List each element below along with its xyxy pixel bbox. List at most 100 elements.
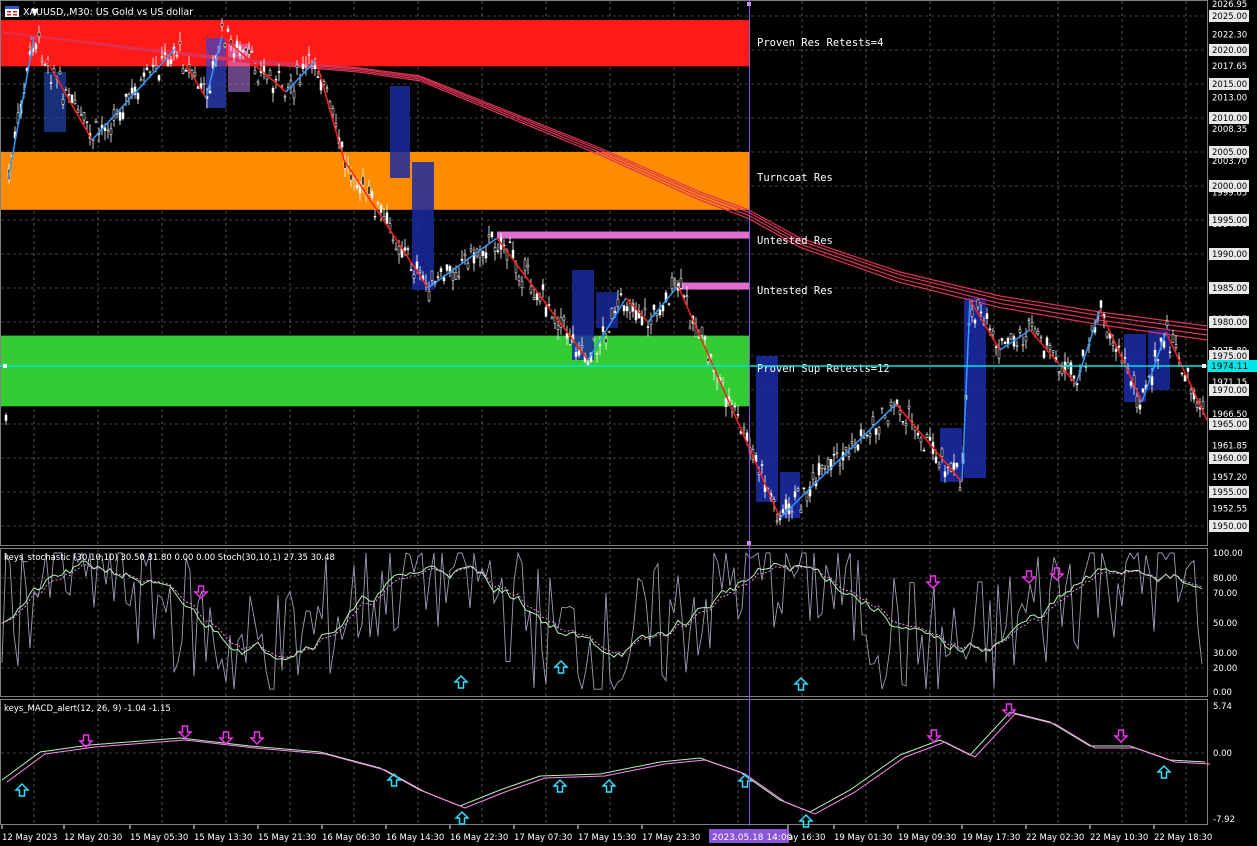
candle-body bbox=[427, 290, 431, 302]
zigzag-down-segment bbox=[315, 59, 345, 161]
candle-body bbox=[1135, 395, 1139, 408]
candle-body bbox=[208, 90, 212, 94]
candle-body bbox=[1183, 375, 1187, 382]
candle-body bbox=[934, 456, 938, 463]
candle-body bbox=[1015, 345, 1019, 347]
time-label: 16 May 14:30 bbox=[386, 833, 444, 843]
candle-body bbox=[625, 306, 629, 312]
candle-body bbox=[160, 56, 164, 59]
chart-window-icon[interactable] bbox=[5, 6, 19, 17]
candle-body bbox=[235, 40, 239, 48]
price-axis[interactable]: 2026.95 2022.30 2017.65 2013.00 2008.35 2003.… bbox=[1209, 0, 1249, 532]
candle-body bbox=[826, 458, 830, 467]
candle-body bbox=[1123, 357, 1127, 359]
candle-body bbox=[274, 78, 278, 81]
time-label: 17 May 07:30 bbox=[514, 833, 572, 843]
candle-body bbox=[439, 268, 443, 273]
stochastic-signal-line bbox=[1, 564, 1203, 659]
candle-body bbox=[1171, 334, 1175, 343]
candle-body bbox=[898, 410, 902, 415]
candle-body bbox=[1021, 343, 1025, 346]
candle-body bbox=[880, 407, 884, 410]
time-label: 22 May 18:30 bbox=[1154, 833, 1212, 843]
time-label: 16 May 22:30 bbox=[450, 833, 508, 843]
price-level-label: 1970.00 bbox=[1212, 386, 1247, 396]
candle-body bbox=[292, 90, 296, 99]
candle-body bbox=[181, 68, 185, 74]
time-label: 19 May 01:30 bbox=[834, 833, 892, 843]
candle-body bbox=[871, 416, 875, 425]
sell-arrow-icon[interactable] bbox=[249, 731, 265, 746]
candle-body bbox=[1153, 350, 1157, 357]
candle-body bbox=[802, 487, 806, 490]
candle-body bbox=[838, 463, 842, 466]
buy-arrow-icon[interactable] bbox=[553, 659, 569, 674]
candle-body bbox=[790, 511, 794, 514]
candle-body bbox=[832, 453, 836, 456]
macd-level-label: 5.74 bbox=[1213, 702, 1232, 712]
candle-body bbox=[247, 48, 251, 55]
stochastic-lines bbox=[1, 551, 1203, 691]
candle-body bbox=[430, 270, 434, 281]
zone-rect bbox=[678, 282, 749, 290]
macd-panel[interactable] bbox=[0, 699, 1208, 825]
zigzag-down-segment bbox=[1165, 331, 1208, 421]
candle-body bbox=[1048, 345, 1052, 350]
buy-arrow-icon[interactable] bbox=[1156, 764, 1172, 779]
price-level-label: 2005.00 bbox=[1212, 148, 1247, 158]
candle-body bbox=[817, 463, 821, 476]
buy-arrow-icon[interactable] bbox=[793, 676, 809, 691]
candle-body bbox=[1030, 322, 1034, 327]
candle-body bbox=[58, 70, 62, 75]
candle-body bbox=[646, 326, 650, 328]
candle-body bbox=[688, 326, 692, 330]
price-line-handle[interactable] bbox=[3, 364, 7, 368]
sell-arrow-icon[interactable] bbox=[1001, 703, 1017, 718]
buy-arrow-icon[interactable] bbox=[14, 782, 30, 797]
candle-body bbox=[835, 452, 839, 455]
trading-chart[interactable]: Proven Res Retests=4 Turncoat Res Untested… bbox=[0, 0, 1257, 846]
stochastic-level-label: 0.00 bbox=[1213, 688, 1232, 698]
candle-body bbox=[142, 72, 146, 77]
buy-arrow-icon[interactable] bbox=[454, 810, 470, 825]
price-line-handle-right[interactable] bbox=[1202, 364, 1206, 368]
candle-body bbox=[454, 272, 458, 280]
candle-body bbox=[904, 423, 908, 426]
candle-body bbox=[529, 285, 533, 293]
sell-arrow-icon[interactable] bbox=[177, 725, 193, 740]
buy-arrow-icon[interactable] bbox=[552, 778, 568, 793]
candle-body bbox=[973, 319, 977, 324]
candle-body bbox=[673, 279, 677, 283]
buy-arrow-icon[interactable] bbox=[601, 778, 617, 793]
sell-arrow-icon[interactable] bbox=[1021, 570, 1037, 585]
time-axis[interactable]: 12 May 2023 12 May 20:30 15 May 05:30 15 Ma… bbox=[1, 825, 1212, 843]
candle-body bbox=[85, 121, 89, 123]
candle-body bbox=[721, 381, 725, 383]
price-level-label: 1990.00 bbox=[1212, 250, 1247, 260]
candle-body bbox=[955, 462, 959, 467]
candle-body bbox=[223, 43, 227, 47]
zone-rect bbox=[497, 231, 749, 239]
crosshair-handle-bottom[interactable] bbox=[747, 541, 751, 545]
candle-body bbox=[820, 465, 824, 470]
candle-body bbox=[301, 64, 305, 70]
candle-body bbox=[1072, 375, 1076, 379]
candle-body bbox=[1081, 349, 1085, 356]
candle-body bbox=[394, 248, 398, 251]
candle-body bbox=[733, 405, 737, 408]
candle-body bbox=[1117, 345, 1121, 348]
candle-body bbox=[283, 96, 287, 98]
stochastic-level-label: 70.00 bbox=[1213, 589, 1237, 599]
zone-label: Untested Res bbox=[757, 235, 833, 247]
zone-labels: Proven Res Retests=4 Turncoat Res Untested… bbox=[757, 37, 890, 375]
candle-body bbox=[490, 231, 494, 237]
crosshair-handle-top[interactable] bbox=[747, 2, 751, 6]
candle-body bbox=[373, 216, 377, 218]
buy-arrow-icon[interactable] bbox=[453, 674, 469, 689]
sell-arrow-icon[interactable] bbox=[1113, 729, 1129, 744]
candle-body bbox=[43, 63, 47, 66]
sell-arrow-icon[interactable] bbox=[193, 585, 209, 600]
candle-body bbox=[1174, 344, 1178, 348]
main-price-panel[interactable] bbox=[0, 0, 1208, 546]
candle-body bbox=[580, 345, 584, 348]
